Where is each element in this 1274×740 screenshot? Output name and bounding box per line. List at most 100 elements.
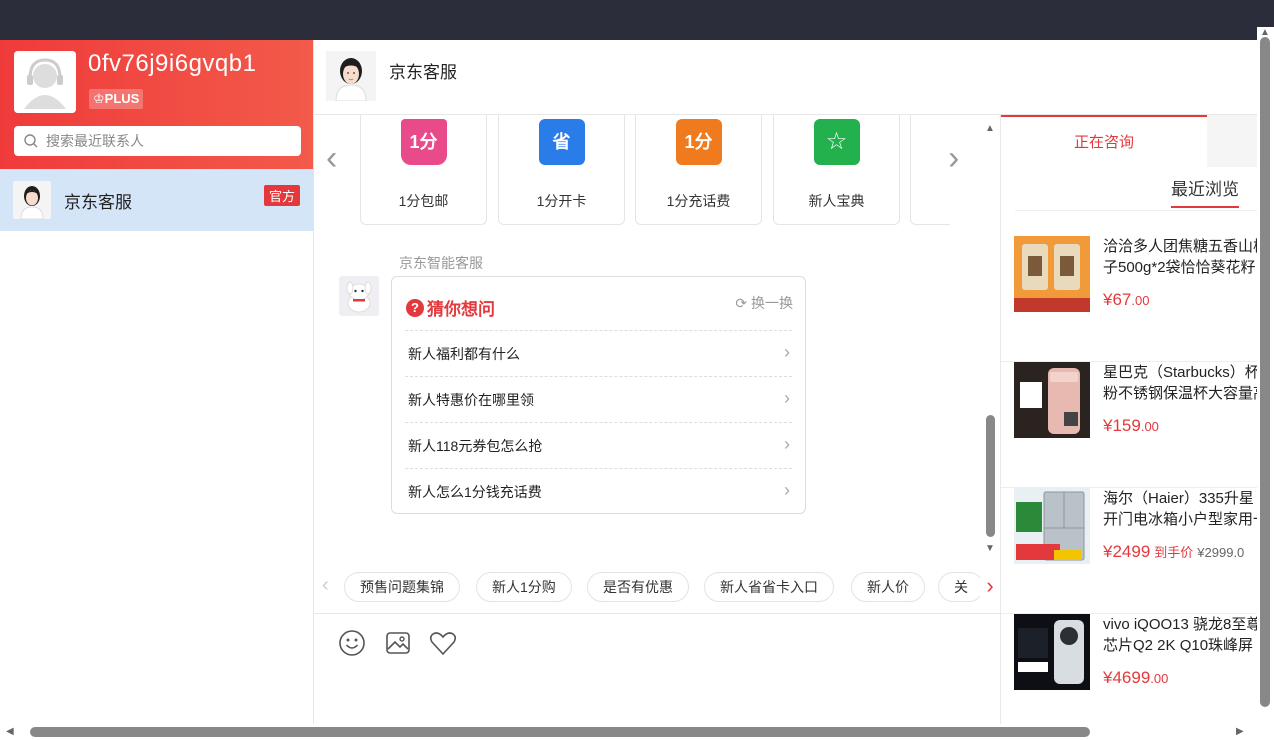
- product-image: [1014, 236, 1090, 312]
- product-item[interactable]: 海尔（Haier）335升星 开门电冰箱小户型家用一 ¥2499 到手价 ¥2999.…: [1001, 488, 1257, 614]
- quick-card[interactable]: ☆ 新人宝典: [773, 115, 900, 225]
- product-title: 海尔（Haier）335升星 开门电冰箱小户型家用一: [1103, 488, 1257, 530]
- product-item[interactable]: vivo iQOO13 骁龙8至尊 芯片Q2 2K Q10珠峰屏 ¥4699.00: [1001, 614, 1257, 725]
- quick-tag[interactable]: 是否有优惠: [587, 572, 689, 602]
- quick-tag[interactable]: 新人1分购: [476, 572, 572, 602]
- contact-item-jd-service[interactable]: 京东客服 官方: [0, 169, 314, 231]
- default-avatar-icon: [14, 51, 76, 113]
- price-int: ¥67: [1103, 290, 1132, 309]
- product-title-line1: vivo iQOO13 骁龙8至尊: [1103, 616, 1257, 633]
- chat-scroll-thumb[interactable]: [986, 415, 995, 537]
- search-icon: [24, 134, 38, 148]
- shopping-bag-icon: 1分: [400, 119, 447, 165]
- consult-panel: 正在咨询 最近浏览 洽洽多人团焦糖五香山核 子500g*2袋恰恰葵花籽 ¥67.0…: [1000, 115, 1257, 725]
- product-price: ¥2499 到手价 ¥2999.0: [1103, 542, 1244, 562]
- guess-title-text: 猜你想问: [427, 300, 495, 319]
- quick-card-partial[interactable]: [910, 115, 950, 225]
- star-book-icon: ☆: [813, 119, 860, 165]
- scroll-up-arrow-icon[interactable]: ▲: [985, 123, 995, 134]
- horizontal-scroll-thumb[interactable]: [30, 727, 1090, 737]
- phone-recharge-icon: 1分: [675, 119, 722, 165]
- product-image: [1014, 362, 1090, 438]
- guess-header: ? 猜你想问 ⟳ 换一换: [392, 277, 805, 330]
- quick-card[interactable]: 省 1分开卡: [498, 115, 625, 225]
- chevron-right-icon: ›: [784, 388, 790, 408]
- quick-tag[interactable]: 预售问题集锦: [344, 572, 460, 602]
- contact-name: 京东客服: [64, 192, 132, 212]
- refresh-label: 换一换: [751, 295, 793, 311]
- quick-card[interactable]: 1分 1分包邮: [360, 115, 487, 225]
- product-title-line2: 芯片Q2 2K Q10珠峰屏: [1103, 637, 1254, 654]
- chat-title: 京东客服: [389, 63, 457, 82]
- search-input[interactable]: [46, 133, 276, 149]
- quick-card[interactable]: 1分 1分充话费: [635, 115, 762, 225]
- chevron-right-icon: ›: [784, 434, 790, 454]
- product-title-line2: 粉不锈钢保温杯大容量高: [1103, 385, 1257, 402]
- price-tag-label: 到手价: [1154, 545, 1194, 560]
- user-avatar[interactable]: [14, 51, 76, 113]
- tags-next-arrow-icon[interactable]: ›: [980, 572, 1000, 602]
- product-price: ¥159.00: [1103, 416, 1159, 436]
- tab-consulting[interactable]: 正在咨询: [1001, 115, 1207, 167]
- snack-bag-icon: [1014, 236, 1090, 312]
- price-int: ¥2499: [1103, 542, 1151, 561]
- question-item[interactable]: 新人118元券包怎么抢 ›: [405, 422, 792, 468]
- input-toolbar: [314, 615, 1000, 725]
- product-title-line1: 洽洽多人团焦糖五香山核: [1103, 238, 1257, 255]
- product-item[interactable]: 洽洽多人团焦糖五香山核 子500g*2袋恰恰葵花籽 ¥67.00: [1001, 236, 1257, 362]
- product-price: ¥4699.00: [1103, 668, 1168, 688]
- heart-icon[interactable]: [428, 628, 458, 658]
- window-horizontal-scrollbar[interactable]: ◀ ▶: [0, 724, 1274, 740]
- tags-prev-arrow-icon[interactable]: ‹: [322, 574, 329, 597]
- refresh-button[interactable]: ⟳ 换一换: [735, 293, 793, 313]
- tab-spacer: [1207, 115, 1257, 167]
- quick-card-label: 1分开卡: [536, 193, 587, 209]
- question-mark-icon: ?: [406, 298, 424, 317]
- scroll-left-arrow-icon[interactable]: ◀: [6, 726, 14, 737]
- chat-scrollbar[interactable]: ▲ ▼: [985, 123, 995, 555]
- quick-tag[interactable]: 新人省省卡入口: [704, 572, 834, 602]
- scroll-down-arrow-icon[interactable]: ▼: [985, 543, 995, 554]
- guess-questions-card: ? 猜你想问 ⟳ 换一换 新人福利都有什么 › 新人特惠价在哪里领 › 新人118元券…: [391, 276, 806, 514]
- emoji-icon[interactable]: [337, 628, 367, 658]
- quick-tag[interactable]: 新人价: [851, 572, 925, 602]
- product-price: ¥67.00: [1103, 290, 1149, 310]
- official-badge: 官方: [263, 185, 300, 206]
- question-item[interactable]: 新人怎么1分钱充话费 ›: [405, 468, 792, 514]
- product-title-line2: 开门电冰箱小户型家用一: [1103, 511, 1257, 528]
- contact-search: [14, 126, 301, 156]
- chat-messages: ‹ › 1分 1分包邮 省 1分开卡 1分 1分充话费 ☆ 新人宝典 京东智能客…: [314, 115, 1000, 566]
- tab-recent-browse[interactable]: 最近浏览: [1171, 175, 1239, 208]
- product-title-line2: 子500g*2袋恰恰葵花籽: [1103, 259, 1256, 276]
- product-image: [1014, 614, 1090, 690]
- quick-card-label: 1分充话费: [666, 193, 731, 209]
- title-bar: [0, 0, 1274, 40]
- quick-tag[interactable]: 关: [938, 572, 984, 602]
- question-item[interactable]: 新人福利都有什么 ›: [405, 330, 792, 376]
- window-vertical-scrollbar[interactable]: ▲: [1257, 27, 1274, 724]
- crown-icon: ♔: [93, 91, 105, 106]
- refrigerator-icon: [1014, 488, 1090, 564]
- quick-card-label: 1分包邮: [398, 193, 449, 209]
- image-icon[interactable]: [383, 628, 413, 658]
- agent-avatar: [326, 51, 376, 101]
- sender-name: 京东智能客服: [399, 255, 483, 271]
- product-title: vivo iQOO13 骁龙8至尊 芯片Q2 2K Q10珠峰屏: [1103, 614, 1257, 656]
- chat-header: 京东客服: [314, 40, 1257, 115]
- question-text: 新人特惠价在哪里领: [408, 392, 534, 408]
- question-text: 新人118元券包怎么抢: [408, 438, 543, 454]
- cards-prev-arrow-icon[interactable]: ‹: [326, 139, 337, 178]
- scroll-right-arrow-icon[interactable]: ▶: [1236, 726, 1244, 737]
- product-item[interactable]: 星巴克（Starbucks）杯 粉不锈钢保温杯大容量高 ¥159.00: [1001, 362, 1257, 488]
- product-title: 洽洽多人团焦糖五香山核 子500g*2袋恰恰葵花籽: [1103, 236, 1257, 278]
- contact-avatar: [13, 181, 51, 219]
- refresh-icon: ⟳: [735, 295, 748, 311]
- product-title: 星巴克（Starbucks）杯 粉不锈钢保温杯大容量高: [1103, 362, 1257, 404]
- window-scroll-thumb[interactable]: [1260, 37, 1270, 707]
- product-image: [1014, 488, 1090, 564]
- divider: [1015, 210, 1257, 211]
- contacts-sidebar: 0fv76j9i6gvqb1 ♔PLUS 京东客服 官方: [0, 40, 314, 724]
- bot-avatar: [339, 276, 379, 316]
- question-item[interactable]: 新人特惠价在哪里领 ›: [405, 376, 792, 422]
- price-int: ¥159: [1103, 416, 1141, 435]
